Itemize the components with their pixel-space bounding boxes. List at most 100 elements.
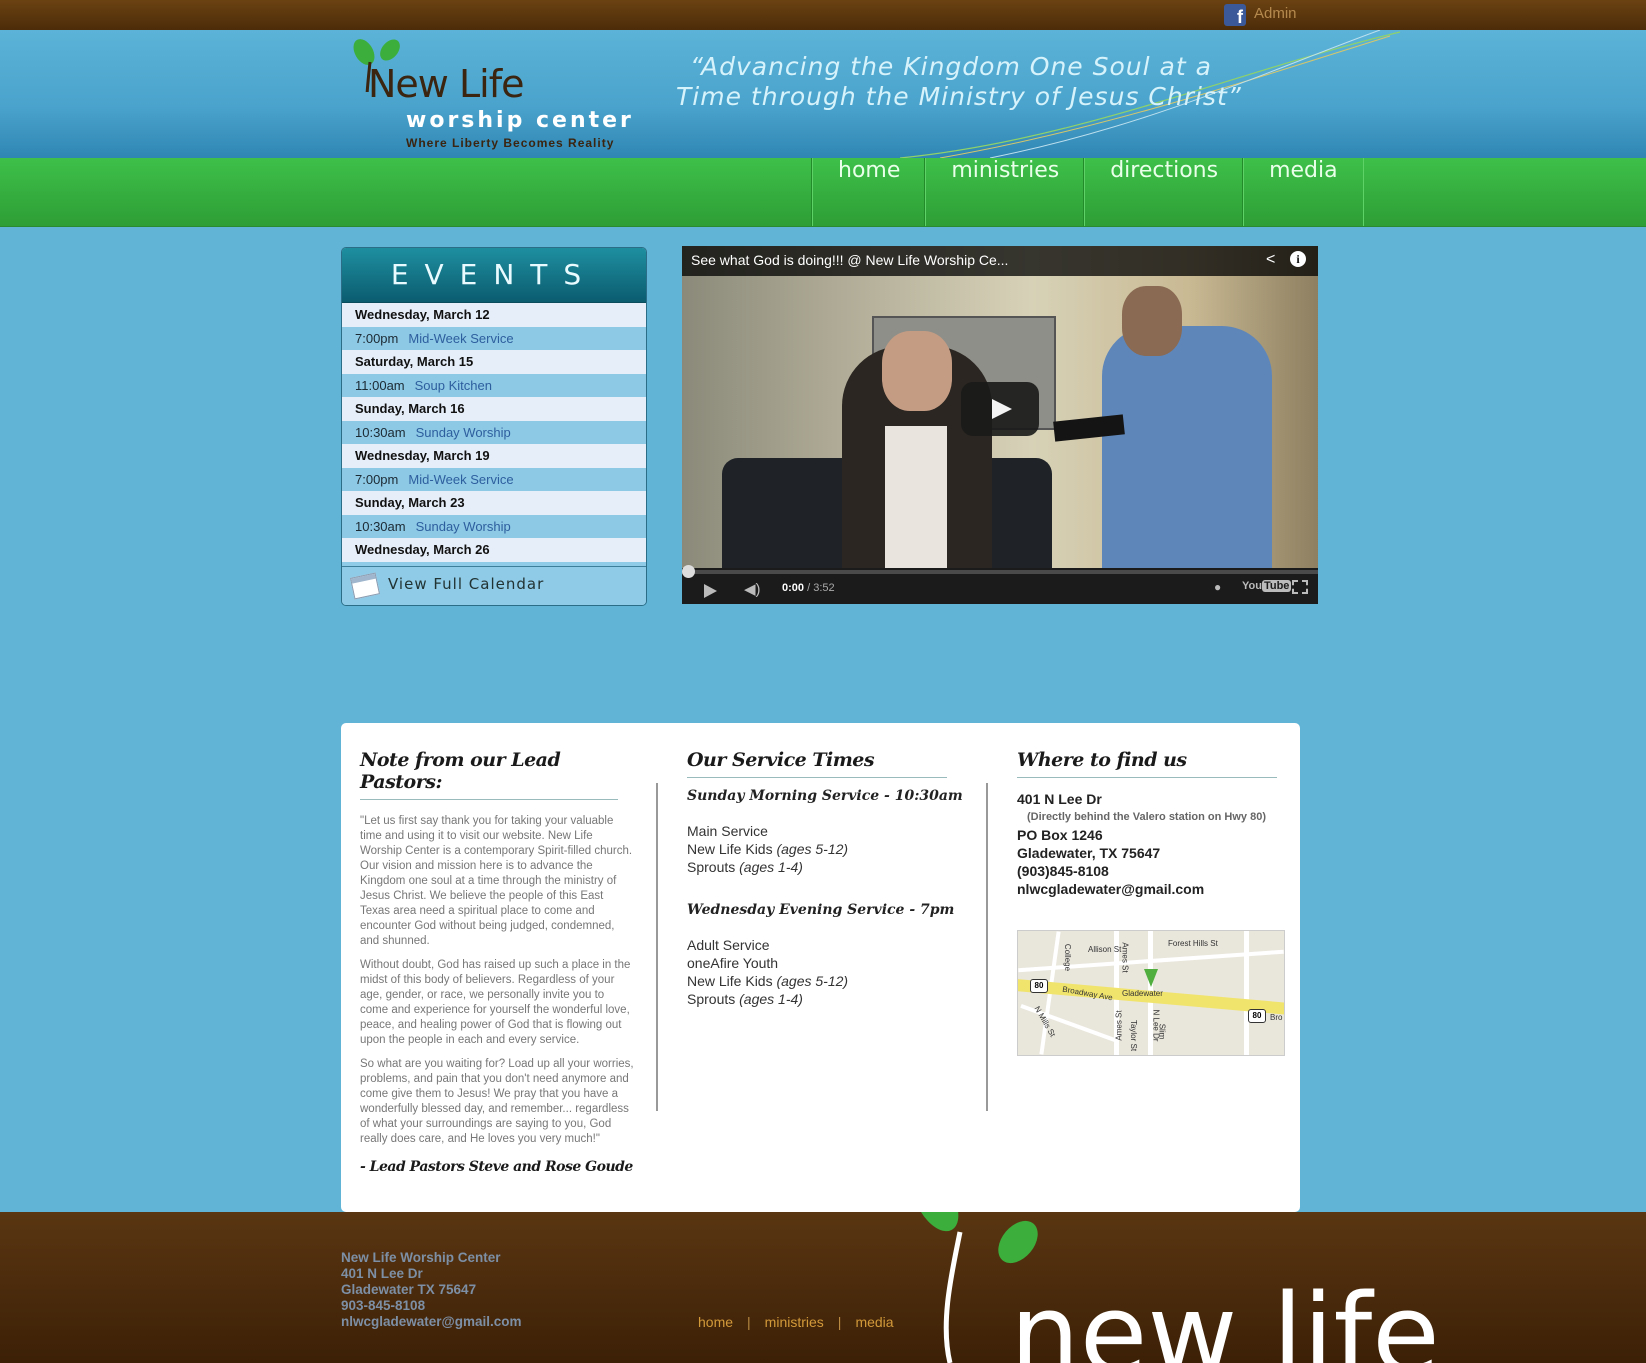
address-street: 401 N Lee Dr	[1017, 791, 1102, 807]
top-bar: f Admin	[0, 0, 1646, 31]
video-scene-person-top	[885, 426, 947, 568]
main-nav: home ministries directions media	[812, 158, 1364, 226]
address-po-box: PO Box 1246	[1017, 827, 1103, 843]
event-link[interactable]: Mid-Week Service	[408, 472, 513, 487]
column-divider	[656, 783, 658, 1111]
motto-line-2: Time through the Ministry of Jesus Chris…	[676, 82, 1242, 111]
footer-nav-home[interactable]: home	[698, 1314, 733, 1330]
map-label: Ames St	[1120, 942, 1130, 973]
facebook-icon[interactable]: f	[1224, 4, 1246, 26]
location-map[interactable]: Allison St Forest Hills St College Broad…	[1017, 930, 1285, 1056]
youtube-logo-icon[interactable]: You Tube	[1242, 580, 1292, 592]
pastors-note-heading: Note from our Lead Pastors:	[360, 749, 618, 800]
video-title[interactable]: See what God is doing!!! @ New Life Wors…	[691, 252, 1008, 268]
logo-subtitle: worship center	[406, 108, 634, 133]
service-name: oneAfire Youth	[687, 955, 779, 971]
event-item: 10:30am Sunday Worship	[342, 514, 646, 538]
video-time: 0:00 / 3:52	[782, 582, 835, 594]
video-controls: ◀) 0:00 / 3:52 ● You Tube	[682, 565, 1318, 604]
pastors-note-paragraph: So what are you waiting for? Load up all…	[360, 1058, 634, 1145]
progress-scrubber[interactable]	[682, 565, 695, 578]
video-scene-person	[1102, 326, 1272, 568]
header-motto: “Advancing the Kingdom One Soul at a Tim…	[676, 52, 1290, 112]
footer-address: New Life Worship Center 401 N Lee Dr Gla…	[341, 1250, 521, 1330]
footer-name: New Life Worship Center	[341, 1250, 501, 1265]
location-column: Where to find us 401 N Lee Dr (Directly …	[1017, 723, 1285, 1056]
service-name: New Life Kids	[687, 973, 773, 989]
sunday-service-list: Main Service New Life Kids (ages 5-12) S…	[687, 822, 947, 876]
footer-logo: new life	[913, 1212, 1440, 1363]
service-ages: (ages 5-12)	[776, 841, 849, 857]
location-heading: Where to find us	[1017, 749, 1277, 778]
nav-ministries[interactable]: ministries	[925, 158, 1084, 226]
admin-link[interactable]: Admin	[1254, 5, 1297, 22]
youtube-brand: You	[1242, 580, 1262, 592]
event-link[interactable]: Mid-Week Service	[408, 331, 513, 346]
play-button[interactable]	[961, 382, 1039, 436]
video-player[interactable]: See what God is doing!!! @ New Life Wors…	[682, 246, 1318, 604]
map-label: Forest Hills St	[1168, 939, 1218, 948]
service-name: Sprouts	[687, 859, 736, 875]
column-divider	[986, 783, 988, 1111]
site-logo[interactable]: New Life worship center Where Liberty Be…	[350, 38, 650, 156]
leaf-icon	[998, 1220, 1038, 1264]
event-link[interactable]: Sunday Worship	[416, 425, 511, 440]
motto-line-1: “Advancing the Kingdom One Soul at a	[690, 52, 1212, 81]
view-full-calendar-button[interactable]: View Full Calendar	[342, 566, 646, 605]
nav-media[interactable]: media	[1243, 158, 1364, 226]
footer-nav-ministries[interactable]: ministries	[765, 1314, 824, 1330]
service-name: Adult Service	[687, 937, 770, 953]
nav-directions[interactable]: directions	[1084, 158, 1243, 226]
footer-city: Gladewater TX 75647	[341, 1282, 477, 1297]
highway-shield: 80	[1030, 979, 1048, 993]
map-road	[1244, 931, 1249, 1055]
footer-nav-media[interactable]: media	[855, 1314, 893, 1330]
address-email[interactable]: nlwcgladewater@gmail.com	[1017, 880, 1277, 898]
map-label: Bro	[1270, 1013, 1283, 1022]
pastors-note-paragraph: Without doubt, God has raised up such a …	[360, 959, 631, 1046]
service-times-column: Our Service Times Sunday Morning Service…	[687, 723, 963, 1008]
pastors-signature: - Lead Pastors Steve and Rose Goude	[360, 1159, 633, 1175]
map-label: Taylor St	[1129, 1019, 1139, 1052]
calendar-icon	[349, 572, 381, 600]
events-panel: EVENTS Wednesday, March 12 7:00pm Mid-Wee…	[341, 247, 647, 606]
event-link[interactable]: Sunday Worship	[416, 519, 511, 534]
fullscreen-icon[interactable]	[1292, 580, 1308, 594]
service-name: Sprouts	[687, 991, 736, 1007]
sunday-service-heading: Sunday Morning Service - 10:30am	[687, 788, 963, 804]
address-phone: (903)845-8108	[1017, 863, 1109, 879]
video-progress-bar[interactable]	[682, 565, 1318, 578]
footer-nav: home | ministries | media	[698, 1314, 894, 1330]
footer: New Life Worship Center 401 N Lee Dr Gla…	[0, 1212, 1646, 1363]
location-address: 401 N Lee Dr (Directly behind the Valero…	[1017, 790, 1277, 898]
video-current-time: 0:00	[782, 582, 805, 594]
footer-street: 401 N Lee Dr	[341, 1266, 423, 1281]
event-time: 7:00pm	[355, 471, 399, 487]
share-icon[interactable]: <	[1266, 251, 1275, 269]
footer-email[interactable]: nlwcgladewater@gmail.com	[341, 1314, 521, 1330]
video-scene-person-head	[1122, 286, 1182, 356]
volume-icon[interactable]: ◀)	[744, 580, 761, 598]
info-icon[interactable]: i	[1290, 251, 1306, 267]
play-icon[interactable]	[704, 584, 717, 598]
settings-icon[interactable]: ●	[1214, 580, 1221, 594]
footer-nav-separator: |	[747, 1314, 751, 1330]
address-city: Gladewater, TX 75647	[1017, 845, 1161, 861]
list-item: Sprouts (ages 1-4)	[687, 990, 947, 1008]
wednesday-service-heading: Wednesday Evening Service - 7pm	[687, 902, 955, 918]
map-pin-icon	[1144, 969, 1158, 987]
event-item: 10:30am Sunday Worship	[342, 420, 646, 444]
nav-home[interactable]: home	[812, 158, 925, 226]
event-link[interactable]: Soup Kitchen	[415, 378, 492, 393]
logo-name: New Life	[368, 62, 524, 106]
footer-nav-separator: |	[837, 1314, 842, 1330]
map-label: Slim	[1157, 1023, 1167, 1040]
map-label: College	[1063, 943, 1073, 972]
wednesday-service-list: Adult Service oneAfire Youth New Life Ki…	[687, 936, 947, 1008]
logo-tagline: Where Liberty Becomes Reality	[406, 136, 615, 150]
pastors-note-paragraph: "Let us first say thank you for taking y…	[360, 815, 633, 947]
event-date: Sunday, March 16	[342, 397, 646, 421]
video-duration: / 3:52	[807, 582, 835, 594]
main-nav-bar: home ministries directions media	[0, 158, 1646, 227]
